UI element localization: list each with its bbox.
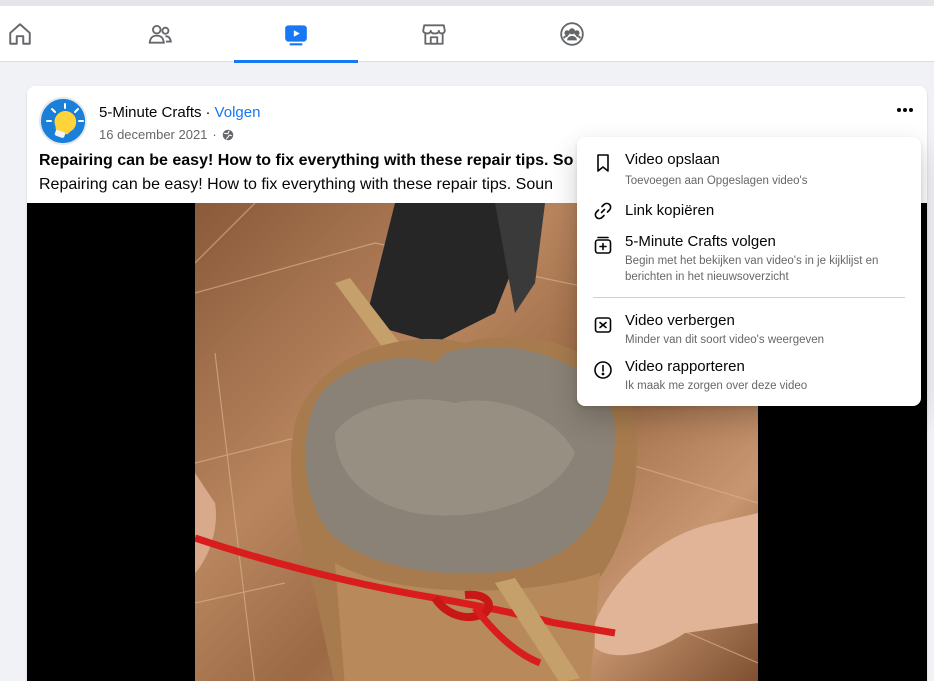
menu-item-description: Minder van dit soort video's weergeven (625, 334, 825, 346)
tab-friends[interactable] (98, 6, 222, 62)
dot-icon (903, 108, 907, 112)
marketplace-icon (422, 24, 446, 45)
more-options-button[interactable] (891, 100, 919, 120)
report-icon (594, 361, 612, 379)
groups-icon (560, 22, 584, 46)
friends-icon (148, 24, 172, 44)
tab-groups[interactable] (510, 6, 634, 62)
dot-icon (897, 108, 901, 112)
video-play-icon (285, 25, 307, 46)
menu-item-description: Toevoegen aan Opgeslagen video's (625, 175, 808, 187)
follow-icon (594, 236, 612, 254)
menu-item-description: Ik maak me zorgen over deze video (625, 380, 808, 392)
post-text: Repairing can be easy! How to fix everyt… (39, 176, 554, 193)
bookmark-icon (597, 154, 609, 172)
separator-dot: · (205, 104, 211, 121)
tab-watch[interactable] (234, 6, 358, 63)
hide-icon (594, 317, 612, 333)
menu-item-label: Video rapporteren (625, 358, 745, 375)
menu-item-report-video[interactable]: Video rapporteren Ik maak me zorgen over… (577, 356, 921, 398)
author-line: 5-Minute Crafts · Volgen (99, 104, 260, 121)
globe-icon (222, 129, 234, 140)
link-icon (594, 202, 612, 220)
menu-item-label: Video opslaan (625, 151, 720, 168)
menu-item-copy-link[interactable]: Link kopiëren (577, 199, 921, 227)
menu-item-hide-video[interactable]: Video verbergen Minder van dit soort vid… (577, 310, 921, 352)
post-options-menu: Video opslaan Toevoegen aan Opgeslagen v… (577, 137, 921, 406)
home-icon (9, 23, 31, 45)
tab-marketplace[interactable] (372, 6, 496, 62)
avatar[interactable] (39, 97, 87, 145)
post-meta: 16 december 2021 · (99, 127, 234, 142)
follow-link[interactable]: Volgen (215, 104, 261, 121)
author-name[interactable]: 5-Minute Crafts (99, 104, 202, 121)
menu-item-label: 5-Minute Crafts volgen (625, 233, 776, 250)
menu-item-follow-page[interactable]: 5-Minute Crafts volgen Begin met het bek… (577, 231, 921, 289)
menu-divider (593, 297, 905, 298)
menu-item-description: Begin met het bekijken van video's in je… (625, 255, 879, 283)
lightbulb-logo (41, 99, 85, 143)
menu-item-label: Video verbergen (625, 312, 735, 329)
menu-item-save-video[interactable]: Video opslaan Toevoegen aan Opgeslagen v… (577, 149, 921, 191)
top-navigation (0, 0, 934, 63)
menu-item-label: Link kopiëren (625, 202, 715, 219)
post-title: Repairing can be easy! How to fix everyt… (39, 152, 574, 169)
post-date[interactable]: 16 december 2021 (99, 127, 207, 142)
tab-home[interactable] (0, 6, 82, 62)
dot-icon (909, 108, 913, 112)
